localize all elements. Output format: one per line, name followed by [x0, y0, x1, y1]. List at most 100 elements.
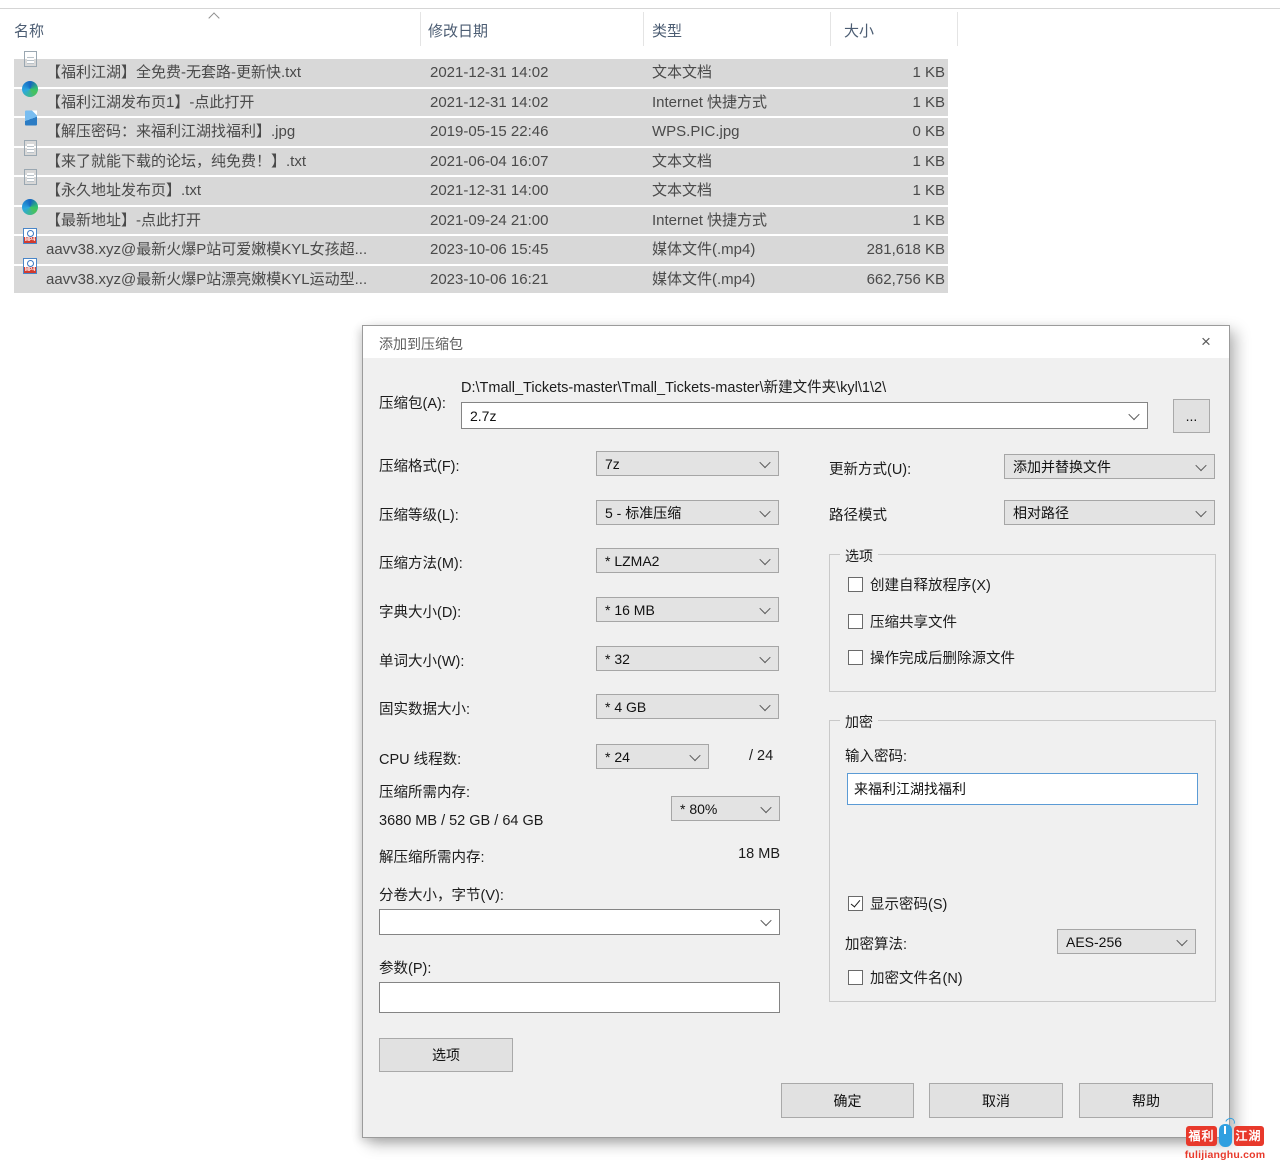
- sfx-checkbox-label: 创建自释放程序(X): [870, 574, 991, 595]
- help-button[interactable]: 帮助: [1079, 1083, 1213, 1118]
- update-mode-combo[interactable]: 添加并替换文件: [1004, 454, 1215, 479]
- format-combo[interactable]: 7z: [596, 451, 779, 476]
- mouse-icon: [1219, 1124, 1232, 1147]
- checkbox-icon[interactable]: [848, 896, 863, 911]
- sort-ascending-icon: [208, 12, 219, 23]
- logo-text-left: 福利: [1186, 1126, 1216, 1146]
- table-row[interactable]: MP4aavv38.xyz@最新火爆P站漂亮嫩模KYL运动型...2023-10…: [14, 266, 948, 294]
- file-type: 媒体文件(.mp4): [652, 236, 755, 264]
- password-input[interactable]: [847, 773, 1198, 805]
- file-type: Internet 快捷方式: [652, 207, 767, 235]
- file-type: Internet 快捷方式: [652, 89, 767, 117]
- image-file-icon: [25, 111, 37, 126]
- checkbox-icon[interactable]: [848, 577, 863, 592]
- cpu-threads-combo[interactable]: * 24: [596, 744, 709, 769]
- chevron-down-icon: [1195, 459, 1206, 470]
- file-size: 1 KB: [912, 59, 945, 87]
- column-header-name[interactable]: 名称: [14, 20, 44, 41]
- table-row[interactable]: MP4aavv38.xyz@最新火爆P站可爱嫩模KYL女孩超...2023-10…: [14, 236, 948, 264]
- chevron-down-icon: [759, 651, 770, 662]
- file-type: WPS.PIC.jpg: [652, 118, 740, 146]
- level-value: 5 - 标准压缩: [605, 503, 681, 523]
- add-to-archive-dialog: 添加到压缩包 × 压缩包(A): D:\Tmall_Tickets-master…: [362, 325, 1230, 1138]
- show-password-checkbox-row[interactable]: 显示密码(S): [848, 893, 947, 914]
- file-date: 2021-12-31 14:02: [430, 89, 548, 117]
- column-header-date[interactable]: 修改日期: [428, 20, 488, 41]
- volume-size-label: 分卷大小，字节(V):: [379, 884, 504, 905]
- memory-usage-label: 压缩所需内存:: [379, 781, 470, 802]
- column-divider[interactable]: [643, 12, 644, 46]
- encrypt-names-checkbox-row[interactable]: 加密文件名(N): [848, 967, 963, 988]
- shared-files-checkbox-label: 压缩共享文件: [870, 611, 957, 632]
- parameters-label: 参数(P):: [379, 957, 431, 978]
- archive-path: D:\Tmall_Tickets-master\Tmall_Tickets-ma…: [461, 376, 886, 397]
- cpu-threads-total: / 24: [749, 748, 773, 764]
- file-type: 文本文档: [652, 148, 712, 176]
- shared-files-checkbox-row[interactable]: 压缩共享文件: [848, 611, 957, 632]
- table-row[interactable]: 【福利江湖发布页1】-点此打开 2021-12-31 14:02 Internet …: [14, 89, 948, 117]
- file-date: 2021-12-31 14:00: [430, 177, 548, 205]
- column-header-type[interactable]: 类型: [652, 20, 682, 41]
- algorithm-combo[interactable]: AES-256: [1057, 929, 1196, 954]
- chevron-down-icon: [760, 801, 771, 812]
- checkbox-icon[interactable]: [848, 650, 863, 665]
- text-file-icon: [24, 51, 37, 67]
- solid-block-label: 固实数据大小:: [379, 698, 470, 719]
- table-row[interactable]: 【来了就能下载的论坛，纯免费！】.txt2021-06-04 16:07文本文档…: [14, 148, 948, 176]
- volume-size-combo[interactable]: [379, 909, 780, 935]
- encryption-group-title: 加密: [840, 712, 878, 732]
- parameters-input[interactable]: [379, 982, 780, 1013]
- cancel-button[interactable]: 取消: [929, 1083, 1063, 1118]
- column-divider[interactable]: [957, 12, 958, 46]
- chevron-down-icon: [759, 602, 770, 613]
- file-date: 2021-09-24 21:00: [430, 207, 548, 235]
- file-type: 媒体文件(.mp4): [652, 266, 755, 294]
- dialog-titlebar[interactable]: 添加到压缩包 ×: [363, 326, 1229, 358]
- word-size-combo[interactable]: * 32: [596, 646, 779, 671]
- close-icon[interactable]: ×: [1183, 326, 1229, 358]
- file-date: 2021-12-31 14:02: [430, 59, 548, 87]
- options-button[interactable]: 选项: [379, 1038, 513, 1072]
- ok-button[interactable]: 确定: [781, 1083, 914, 1118]
- panel-top-border: [0, 8, 1280, 9]
- column-divider[interactable]: [830, 12, 831, 46]
- file-size: 1 KB: [912, 177, 945, 205]
- memory-decompress-label: 解压缩所需内存:: [379, 846, 485, 867]
- column-divider[interactable]: [420, 12, 421, 46]
- sfx-checkbox-row[interactable]: 创建自释放程序(X): [848, 574, 991, 595]
- table-row[interactable]: 【福利江湖】全免费-无套路-更新快.txt2021-12-31 14:02文本文…: [14, 59, 948, 87]
- path-mode-label: 路径模式: [829, 504, 887, 525]
- encryption-group: 加密 输入密码: 显示密码(S) 加密算法: AES-256 加密文件名(N): [829, 720, 1216, 1002]
- table-row[interactable]: 【永久地址发布页】.txt2021-12-31 14:00文本文档1 KB: [14, 177, 948, 205]
- archive-name-combo[interactable]: 2.7z: [461, 402, 1148, 429]
- path-mode-combo[interactable]: 相对路径: [1004, 500, 1215, 525]
- logo-text-right: 江湖: [1234, 1126, 1264, 1146]
- options-group: 选项 创建自释放程序(X) 压缩共享文件 操作完成后删除源文件: [829, 554, 1216, 692]
- path-mode-value: 相对路径: [1013, 503, 1069, 523]
- file-date: 2019-05-15 22:46: [430, 118, 548, 146]
- memory-percent-combo[interactable]: * 80%: [671, 796, 780, 821]
- method-value: * LZMA2: [605, 553, 659, 569]
- chevron-down-icon: [1176, 934, 1187, 945]
- method-combo[interactable]: * LZMA2: [596, 548, 779, 573]
- dictionary-combo[interactable]: * 16 MB: [596, 597, 779, 622]
- dictionary-value: * 16 MB: [605, 602, 655, 618]
- browse-button[interactable]: ...: [1173, 399, 1210, 433]
- algorithm-value: AES-256: [1066, 934, 1122, 950]
- column-header-size[interactable]: 大小: [844, 20, 874, 41]
- chevron-down-icon: [759, 456, 770, 467]
- file-name: 【福利江湖发布页1】-点此打开: [46, 89, 254, 117]
- memory-decompress-value: 18 MB: [703, 846, 780, 862]
- level-combo[interactable]: 5 - 标准压缩: [596, 500, 779, 525]
- table-row[interactable]: 【解压密码：来福利江湖找福利】.jpg 2019-05-15 22:46 WPS.P…: [14, 118, 948, 146]
- solid-block-value: * 4 GB: [605, 699, 646, 715]
- solid-block-combo[interactable]: * 4 GB: [596, 694, 779, 719]
- file-size: 281,618 KB: [867, 236, 945, 264]
- file-name: 【解压密码：来福利江湖找福利】.jpg: [46, 118, 295, 146]
- file-name: aavv38.xyz@最新火爆P站可爱嫩模KYL女孩超...: [46, 236, 367, 264]
- table-row[interactable]: 【最新地址】-点此打开2021-09-24 21:00Internet 快捷方式…: [14, 207, 948, 235]
- delete-after-checkbox-row[interactable]: 操作完成后删除源文件: [848, 647, 1015, 668]
- word-size-label: 单词大小(W):: [379, 650, 464, 671]
- checkbox-icon[interactable]: [848, 614, 863, 629]
- checkbox-icon[interactable]: [848, 970, 863, 985]
